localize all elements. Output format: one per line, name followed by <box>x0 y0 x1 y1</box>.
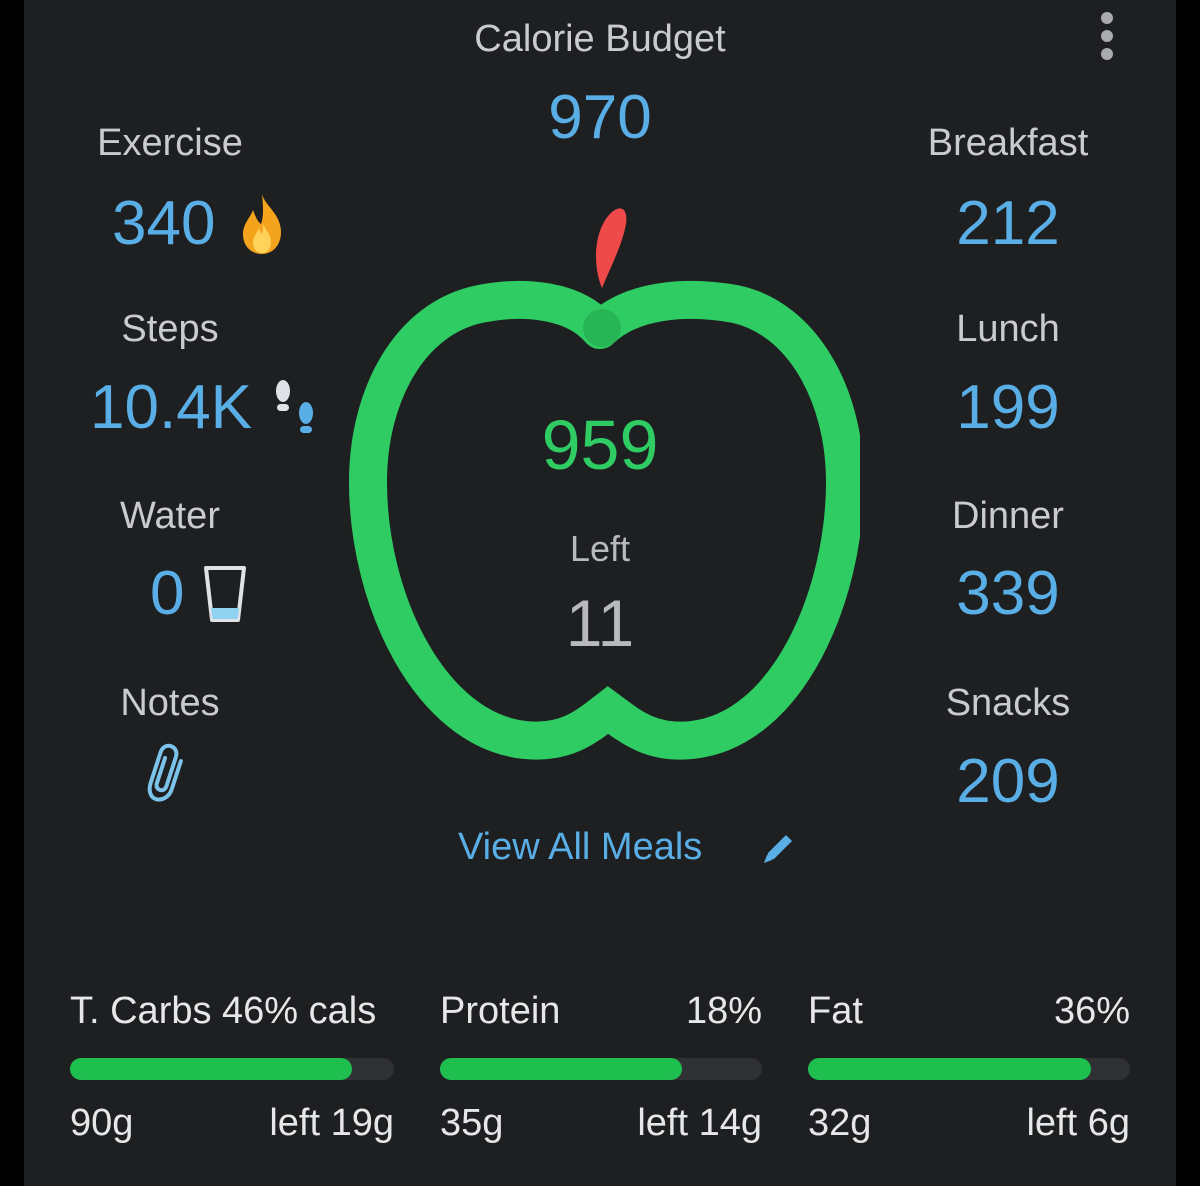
calorie-budget-label: Calorie Budget <box>474 18 726 60</box>
exercise-value: 340 <box>112 189 216 258</box>
macro-carbs-bar <box>70 1058 394 1080</box>
water-label: Water <box>120 495 220 537</box>
paperclip-icon <box>147 743 183 802</box>
more-options-icon[interactable] <box>1092 10 1122 62</box>
steps-label: Steps <box>121 308 219 350</box>
footsteps-icon <box>276 379 314 433</box>
left-label: Left <box>569 528 631 569</box>
lunch-value[interactable]: 199 <box>956 372 1059 443</box>
water-row[interactable]: 0 <box>150 558 248 629</box>
macro-carbs-fill <box>70 1058 352 1080</box>
macro-fat-bar <box>808 1058 1130 1080</box>
exercise-row[interactable]: 340 <box>112 188 287 259</box>
apple-progress-ring[interactable] <box>340 200 860 775</box>
macro-fat-percent: 36% <box>1053 990 1130 1032</box>
water-value: 0 <box>150 559 185 628</box>
macro-protein-left: left 14g <box>637 1102 762 1144</box>
macro-protein-name: Protein <box>440 990 561 1032</box>
macro-carbs-grams: 90g <box>70 1102 134 1144</box>
macro-carbs-left: left 19g <box>269 1102 394 1144</box>
breakfast-value[interactable]: 212 <box>956 188 1059 259</box>
macro-fat-fill <box>808 1058 1092 1080</box>
snacks-label: Snacks <box>945 682 1071 724</box>
macro-carbs-name: T. Carbs 46% cals <box>70 990 377 1032</box>
notes-button[interactable] <box>146 743 192 811</box>
view-all-meals-button[interactable]: View All Meals <box>458 826 798 869</box>
dinner-label: Dinner <box>952 495 1064 537</box>
steps-row[interactable]: 10.4K <box>90 372 320 443</box>
steps-value: 10.4K <box>90 373 253 442</box>
glass-icon <box>204 565 247 622</box>
pencil-icon[interactable] <box>760 829 798 867</box>
macro-fat-grams: 32g <box>808 1102 872 1144</box>
exercise-label: Exercise <box>97 122 243 164</box>
snacks-value[interactable]: 209 <box>956 746 1059 817</box>
apple-leaf-icon <box>596 208 627 288</box>
macro-protein-percent: 18% <box>685 990 762 1032</box>
calories-left-value: 11 <box>565 586 635 660</box>
calorie-card: Calorie Budget 970 Exercise 340 Steps 10… <box>24 0 1176 1186</box>
notes-label: Notes <box>120 682 220 724</box>
macro-fat-left: left 6g <box>1026 1102 1130 1144</box>
macro-fat[interactable]: Fat 36% 32g left 6g <box>808 990 1130 1144</box>
macro-protein-fill <box>440 1058 682 1080</box>
macro-carbs[interactable]: T. Carbs 46% cals 90g left 19g <box>70 990 394 1144</box>
macro-protein-bar <box>440 1058 762 1080</box>
view-all-meals-label: View All Meals <box>458 826 703 868</box>
calories-consumed: 959 <box>541 406 659 484</box>
dinner-value[interactable]: 339 <box>956 558 1059 629</box>
lunch-label: Lunch <box>956 308 1060 350</box>
macro-protein[interactable]: Protein 18% 35g left 14g <box>440 990 762 1144</box>
calorie-budget-value[interactable]: 970 <box>548 82 651 153</box>
macro-fat-name: Fat <box>808 990 863 1032</box>
breakfast-label: Breakfast <box>927 122 1089 164</box>
macro-protein-grams: 35g <box>440 1102 504 1144</box>
flame-icon <box>243 193 282 254</box>
